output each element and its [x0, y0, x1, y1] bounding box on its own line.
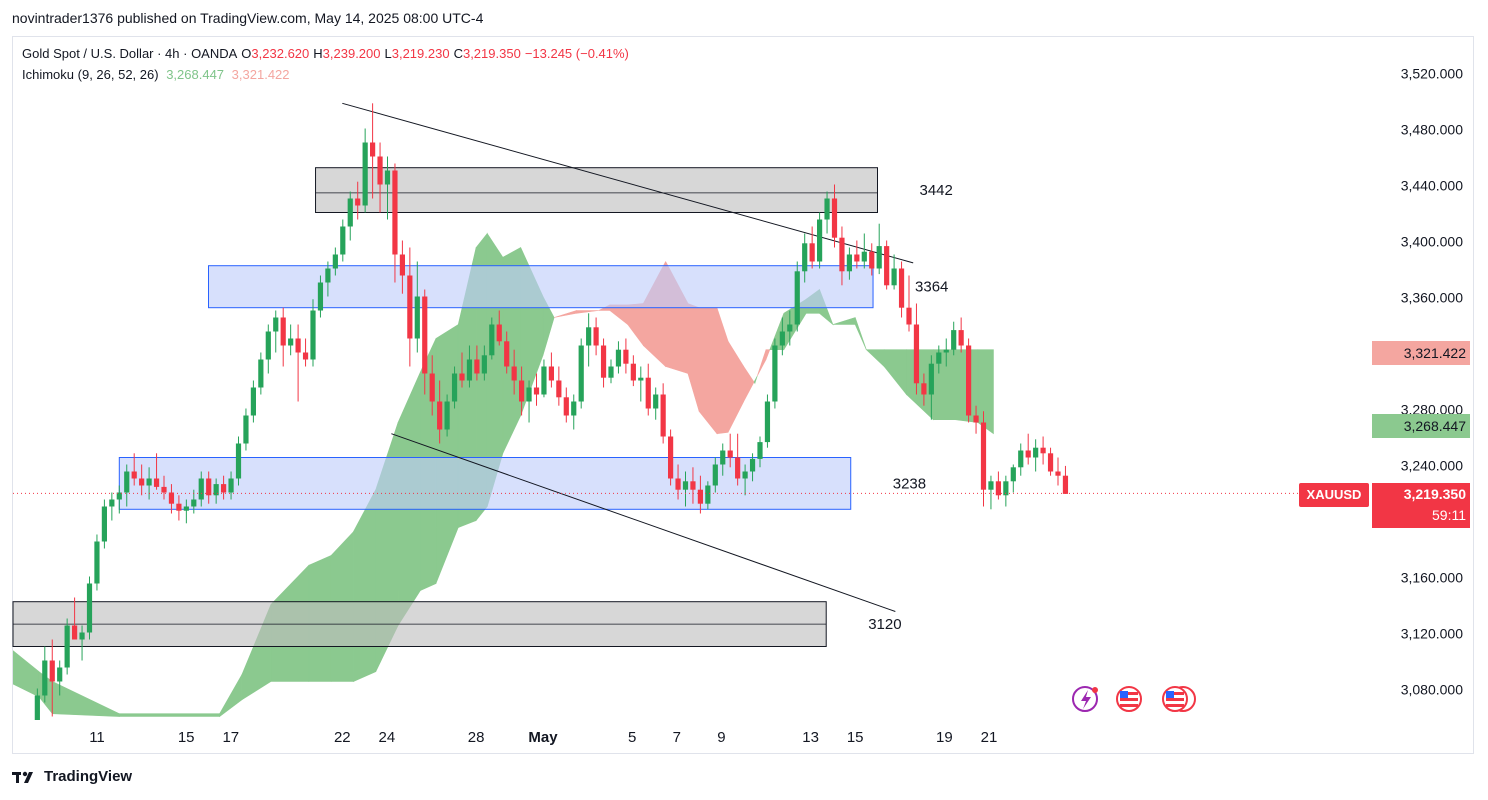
- indicator-legend[interactable]: Ichimoku (9, 26, 52, 26) 3,268.447 3,321…: [22, 67, 294, 82]
- last-price-tag: 3,219.350 59:11: [1372, 483, 1470, 528]
- low-label: L: [384, 46, 392, 61]
- close-value: 3,219.350: [462, 46, 521, 61]
- close-label: C: [453, 46, 463, 61]
- open-value: 3,232.620: [251, 46, 310, 61]
- change-value: −13.245 (−0.41%): [524, 46, 629, 61]
- tradingview-logo-icon: [12, 770, 38, 784]
- symbol-tag: XAUUSD: [1299, 483, 1369, 507]
- chart-frame[interactable]: [12, 36, 1474, 754]
- tradingview-brand[interactable]: TradingView: [44, 768, 132, 785]
- leading-span-b-tag: 3,321.422: [1372, 341, 1470, 365]
- indicator-value-1: 3,268.447: [166, 67, 225, 82]
- tradingview-footer[interactable]: TradingView: [12, 768, 132, 785]
- last-price-value: 3,219.350: [1403, 486, 1466, 502]
- indicator-name[interactable]: Ichimoku (9, 26, 52, 26): [22, 67, 159, 82]
- leading-span-a-tag: 3,268.447: [1372, 414, 1470, 438]
- high-label: H: [313, 46, 323, 61]
- open-label: O: [241, 46, 252, 61]
- high-value: 3,239.200: [322, 46, 381, 61]
- symbol-title: Gold Spot / U.S. Dollar · 4h · OANDA: [22, 46, 238, 61]
- publisher-line: novintrader1376 published on TradingView…: [12, 10, 484, 26]
- symbol-legend: Gold Spot / U.S. Dollar · 4h · OANDA O3,2…: [22, 46, 633, 61]
- bar-countdown: 59:11: [1432, 507, 1466, 523]
- indicator-value-2: 3,321.422: [231, 67, 290, 82]
- low-value: 3,219.230: [391, 46, 450, 61]
